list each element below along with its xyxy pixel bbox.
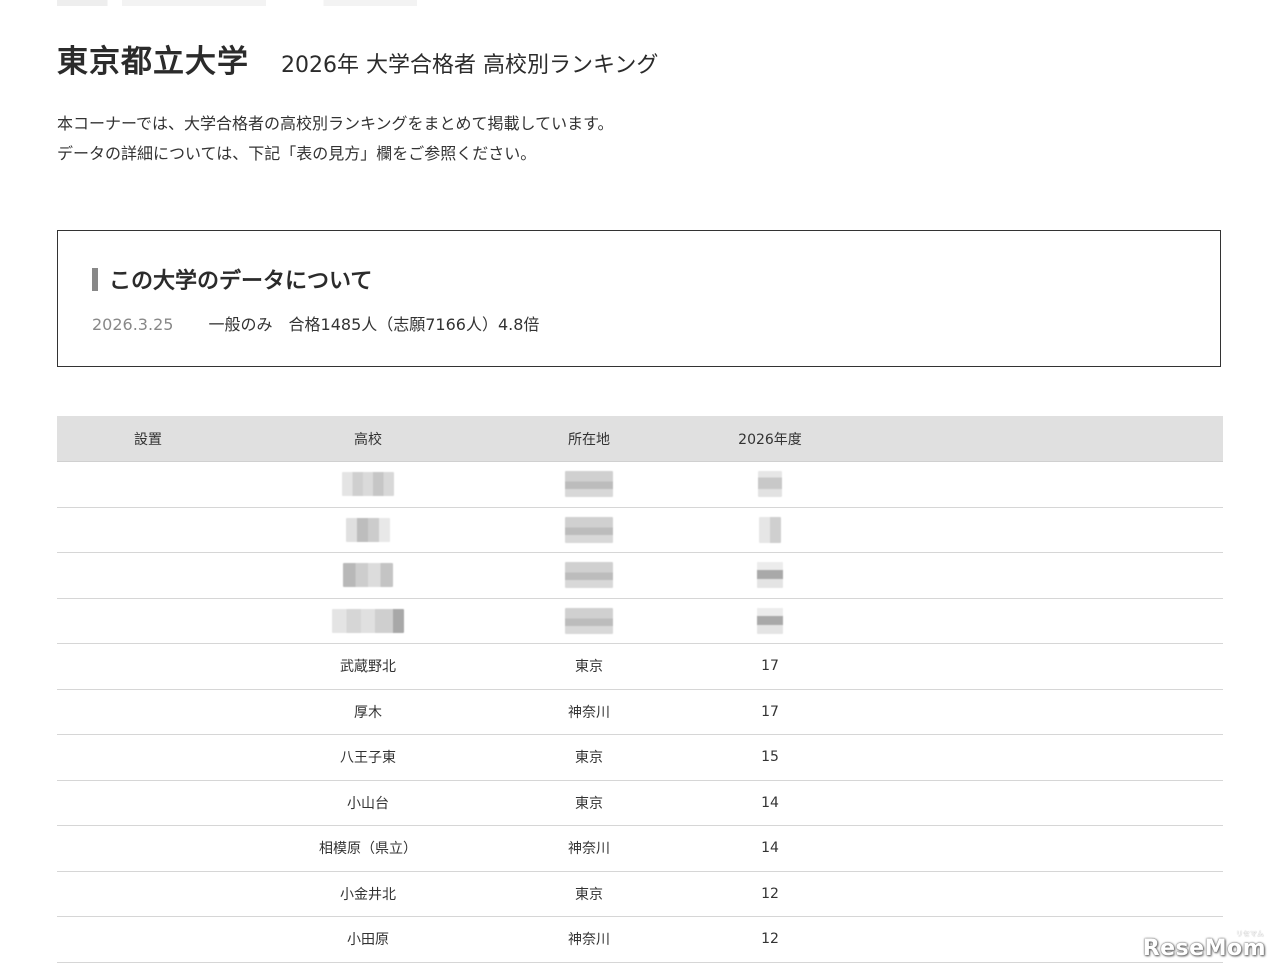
cell-location: 東京 (575, 659, 603, 676)
column-header-setti: 設置 (134, 431, 162, 448)
redacted-count-mosaic (758, 471, 782, 498)
cell-count: 17 (761, 658, 779, 675)
cell-setti (98, 599, 198, 644)
column-header-count: 2026年度 (738, 431, 802, 448)
redacted-location-mosaic (565, 471, 613, 498)
data-box-summary-line: 2026.3.25 一般のみ 合格1485人（志願7166人）4.8倍 (92, 311, 539, 335)
data-box-heading: この大学のデータについて (92, 265, 373, 294)
redacted-count-mosaic (759, 516, 781, 543)
cell-setti (98, 508, 198, 553)
redacted-school-mosaic (342, 472, 394, 497)
intro-text: 本コーナーでは、大学合格者の高校別ランキングをまとめて掲載しています。 データの… (57, 109, 613, 169)
cell-location-redacted (539, 599, 639, 644)
cell-setti (98, 644, 198, 689)
cell-count-redacted (720, 599, 820, 644)
table-row: 相模原（県立） 神奈川 14 (57, 826, 1223, 872)
redacted-location-mosaic (565, 516, 613, 543)
data-summary: 一般のみ 合格1485人（志願7166人）4.8倍 (208, 315, 540, 334)
table-row (57, 553, 1223, 599)
cell-count: 12 (761, 885, 779, 902)
cell-count: 17 (761, 703, 779, 720)
redacted-location-mosaic (565, 607, 613, 634)
table-row (57, 599, 1223, 644)
cell-location: 東京 (575, 750, 603, 767)
cell-location-redacted (539, 462, 639, 507)
redacted-location-mosaic (565, 562, 613, 589)
cell-school-redacted (268, 599, 468, 644)
cell-setti (98, 781, 198, 826)
table-row: 小田原 神奈川 12 (57, 917, 1223, 963)
column-header-location: 所在地 (568, 431, 610, 448)
data-box-heading-text: この大学のデータについて (109, 269, 373, 294)
cell-location: 神奈川 (568, 704, 610, 721)
column-header-school: 高校 (354, 431, 382, 448)
cell-school: 厚木 (354, 704, 382, 721)
page-title: 東京都立大学 (57, 44, 249, 80)
resemom-logo: ReseMom (1142, 936, 1266, 961)
cell-count-redacted (720, 553, 820, 598)
cell-count: 14 (761, 794, 779, 811)
table-row: 小山台 東京 14 (57, 781, 1223, 826)
cell-location-redacted (539, 508, 639, 553)
cell-location: 東京 (575, 795, 603, 812)
cell-location: 神奈川 (568, 841, 610, 858)
redacted-count-mosaic (757, 562, 783, 589)
redacted-school-mosaic (346, 517, 390, 542)
page: 東京都立大学 2026年 大学合格者 高校別ランキング 本コーナーでは、大学合格… (0, 0, 1280, 969)
intro-line-2: データの詳細については、下記「表の見方」欄をご参照ください。 (57, 144, 537, 163)
cell-setti (98, 553, 198, 598)
page-subtitle: 2026年 大学合格者 高校別ランキング (281, 53, 659, 78)
cell-count: 14 (761, 840, 779, 857)
cell-count-redacted (720, 462, 820, 507)
top-navigation-remnant (57, 0, 417, 6)
cell-setti (98, 462, 198, 507)
redacted-school-mosaic (343, 563, 393, 588)
table-row (57, 508, 1223, 553)
cell-location: 神奈川 (568, 932, 610, 949)
cell-location-redacted (539, 553, 639, 598)
cell-location: 東京 (575, 886, 603, 903)
table-row: 八王子東 東京 15 (57, 735, 1223, 781)
cell-school: 八王子東 (340, 750, 396, 767)
cell-school: 武蔵野北 (340, 659, 396, 676)
cell-count: 12 (761, 931, 779, 948)
cell-school-redacted (268, 553, 468, 598)
cell-setti (98, 872, 198, 917)
intro-line-1: 本コーナーでは、大学合格者の高校別ランキングをまとめて掲載しています。 (57, 114, 614, 133)
page-title-row: 東京都立大学 2026年 大学合格者 高校別ランキング (57, 36, 658, 84)
cell-school: 小山台 (347, 795, 389, 812)
table-row: 武蔵野北 東京 17 (57, 644, 1223, 690)
table-row (57, 462, 1223, 508)
table-row: 小金井北 東京 12 (57, 872, 1223, 917)
redacted-school-mosaic (332, 608, 404, 633)
table-header: 設置 高校 所在地 2026年度 (57, 416, 1223, 462)
cell-school: 小田原 (347, 932, 389, 949)
cell-school: 相模原（県立） (319, 841, 417, 858)
cell-count: 15 (761, 749, 779, 766)
redacted-count-mosaic (757, 607, 783, 634)
cell-setti (98, 690, 198, 735)
cell-setti (98, 826, 198, 871)
data-date: 2026.3.25 (92, 315, 174, 334)
ranking-table: 設置 高校 所在地 2026年度 武蔵野北 東京 17 厚木 神奈川 17 八王… (57, 416, 1223, 963)
cell-count-redacted (720, 508, 820, 553)
cell-setti (98, 917, 198, 962)
table-row: 厚木 神奈川 17 (57, 690, 1223, 735)
heading-accent-bar (92, 267, 98, 291)
university-data-box: この大学のデータについて 2026.3.25 一般のみ 合格1485人（志願71… (57, 230, 1221, 367)
cell-school-redacted (268, 508, 468, 553)
cell-school-redacted (268, 462, 468, 507)
cell-school: 小金井北 (340, 886, 396, 903)
cell-setti (98, 735, 198, 780)
